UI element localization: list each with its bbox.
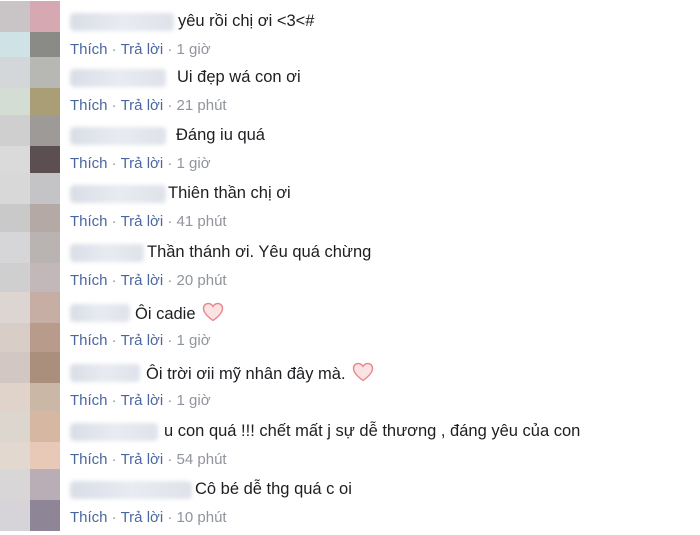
like-link[interactable]: Thích [70,213,108,230]
commenter-name-blurred[interactable] [70,364,140,382]
avatar[interactable] [0,352,60,414]
comment-text: Ôi trời ơii mỹ nhân đây mà. [146,362,374,384]
separator: · [107,392,121,409]
separator: · [107,41,121,58]
comment-timestamp[interactable]: 10 phút [177,509,227,526]
separator: · [163,97,177,114]
comment-item: Thiên thần chị ơi Thích · Trả lời · 41 p… [0,173,700,239]
comment-timestamp[interactable]: 1 giờ [177,41,211,58]
comment-text: Ui đẹp wá con ơi [177,68,301,86]
commenter-name-blurred[interactable] [70,304,130,322]
comment-timestamp[interactable]: 54 phút [177,451,227,468]
comment-timestamp[interactable]: 1 giờ [177,392,211,409]
comment-text: Cô bé dễ thg quá c oi [195,480,352,498]
comment-actions: Thích · Trả lời · 1 giờ [70,40,211,60]
avatar[interactable] [0,411,60,473]
avatar[interactable] [0,469,60,531]
comment-item: Thần thánh ơi. Yêu quá chừng Thích · Trả… [0,232,700,298]
like-link[interactable]: Thích [70,272,108,289]
separator: · [107,509,121,526]
comment-timestamp[interactable]: 21 phút [177,97,227,114]
like-link[interactable]: Thích [70,392,108,409]
comment-timestamp[interactable]: 1 giờ [177,332,211,349]
reply-link[interactable]: Trả lời [121,41,164,58]
comment-actions: Thích · Trả lời · 10 phút [70,508,227,528]
comment-text: u con quá !!! chết mất j sự dễ thương , … [164,422,581,440]
reply-link[interactable]: Trả lời [121,451,164,468]
reply-link[interactable]: Trả lời [121,509,164,526]
avatar[interactable] [0,173,60,235]
commenter-name-blurred[interactable] [70,69,166,87]
separator: · [163,451,177,468]
commenter-name-blurred[interactable] [70,244,144,262]
comment-text: Ôi cadie [135,302,224,324]
reply-link[interactable]: Trả lời [121,332,164,349]
like-link[interactable]: Thích [70,509,108,526]
comment-timestamp[interactable]: 41 phút [177,213,227,230]
comment-actions: Thích · Trả lời · 21 phút [70,96,227,116]
avatar[interactable] [0,115,60,177]
like-link[interactable]: Thích [70,451,108,468]
comment-text: Thần thánh ơi. Yêu quá chừng [147,243,372,261]
heart-emoji-icon [352,362,373,382]
separator: · [163,509,177,526]
separator: · [163,41,177,58]
separator: · [163,272,177,289]
like-link[interactable]: Thích [70,332,108,349]
separator: · [107,213,121,230]
comment-text: yêu rồi chị ơi <3<# [178,12,315,30]
comment-item: yêu rồi chị ơi <3<# Thích · Trả lời · 1 … [0,1,700,67]
reply-link[interactable]: Trả lời [121,272,164,289]
comment-actions: Thích · Trả lời · 1 giờ [70,391,211,411]
reply-link[interactable]: Trả lời [121,97,164,114]
comment-timestamp[interactable]: 20 phút [177,272,227,289]
comment-item: Ui đẹp wá con ơi Thích · Trả lời · 21 ph… [0,57,700,123]
comment-thread: yêu rồi chị ơi <3<# Thích · Trả lời · 1 … [0,0,700,533]
comment-actions: Thích · Trả lời · 1 giờ [70,331,211,351]
comment-timestamp[interactable]: 1 giờ [177,155,211,172]
reply-link[interactable]: Trả lời [121,213,164,230]
commenter-name-blurred[interactable] [70,423,158,441]
separator: · [107,155,121,172]
like-link[interactable]: Thích [70,41,108,58]
separator: · [163,155,177,172]
like-link[interactable]: Thích [70,155,108,172]
separator: · [163,332,177,349]
comment-item: u con quá !!! chết mất j sự dễ thương , … [0,411,700,477]
comment-item: Đáng iu quá Thích · Trả lời · 1 giờ [0,115,700,181]
reply-link[interactable]: Trả lời [121,155,164,172]
commenter-name-blurred[interactable] [70,481,192,499]
separator: · [163,213,177,230]
comment-actions: Thích · Trả lời · 41 phút [70,212,227,232]
separator: · [107,97,121,114]
avatar[interactable] [0,1,60,63]
comment-item: Ôi trời ơii mỹ nhân đây mà. Thích · Trả … [0,352,700,418]
like-link[interactable]: Thích [70,97,108,114]
avatar[interactable] [0,57,60,119]
avatar[interactable] [0,232,60,294]
comment-actions: Thích · Trả lời · 54 phút [70,450,227,470]
comment-text: Thiên thần chị ơi [168,184,291,202]
separator: · [107,272,121,289]
reply-link[interactable]: Trả lời [121,392,164,409]
separator: · [107,332,121,349]
separator: · [163,392,177,409]
commenter-name-blurred[interactable] [70,13,174,31]
commenter-name-blurred[interactable] [70,127,166,145]
separator: · [107,451,121,468]
comment-text: Đáng iu quá [176,126,265,144]
comment-item: Ôi cadie Thích · Trả lời · 1 giờ [0,292,700,358]
avatar[interactable] [0,292,60,354]
comment-actions: Thích · Trả lời · 1 giờ [70,154,211,174]
heart-emoji-icon [202,302,223,322]
commenter-name-blurred[interactable] [70,185,166,203]
comment-item: Cô bé dễ thg quá c oi Thích · Trả lời · … [0,469,700,535]
comment-actions: Thích · Trả lời · 20 phút [70,271,227,291]
